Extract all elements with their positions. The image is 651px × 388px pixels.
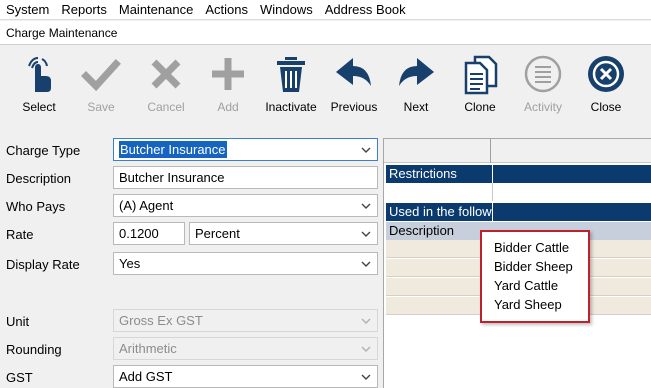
rounding-label: Rounding	[6, 342, 62, 357]
grid-header	[384, 139, 651, 163]
cancel-button-label: Cancel	[147, 100, 185, 114]
unit-select[interactable]: Gross Ex GST	[113, 309, 378, 332]
chevron-down-icon	[361, 231, 371, 237]
menu-reports[interactable]: Reports	[55, 0, 113, 20]
menu-bar: System Reports Maintenance Actions Windo…	[0, 0, 651, 20]
used-in-row[interactable]: Used in the follow	[386, 203, 651, 221]
charge-type-value: Butcher Insurance	[119, 141, 227, 158]
who-pays-select[interactable]: (A) Agent	[113, 194, 378, 217]
select-button[interactable]: Select	[14, 46, 64, 120]
activity-button-label: Activity	[523, 100, 562, 114]
plus-icon	[212, 58, 244, 90]
grid-row[interactable]	[386, 183, 651, 201]
list-item[interactable]: Yard Sheep	[494, 295, 588, 314]
unit-label: Unit	[6, 314, 30, 329]
previous-button[interactable]: Previous	[327, 46, 381, 120]
rate-unit-select[interactable]: Percent	[189, 222, 378, 245]
arrow-left-icon	[336, 58, 371, 86]
list-item[interactable]: Bidder Cattle	[494, 238, 588, 257]
menu-address-book[interactable]: Address Book	[319, 0, 412, 20]
description-label: Description	[6, 171, 72, 186]
window-title: Charge Maintenance	[0, 21, 651, 45]
x-icon	[151, 59, 181, 89]
chevron-down-icon	[361, 374, 371, 380]
menu-windows[interactable]: Windows	[254, 0, 319, 20]
previous-button-label: Previous	[330, 100, 378, 114]
grid-column-divider	[492, 203, 493, 221]
used-in-label: Used in the follow	[389, 204, 492, 219]
menu-actions[interactable]: Actions	[199, 0, 254, 20]
hand-pointer-icon	[28, 57, 51, 92]
next-button-label: Next	[403, 100, 429, 114]
chevron-down-icon	[361, 346, 371, 352]
inactivate-button-label: Inactivate	[265, 100, 317, 114]
rounding-select[interactable]: Arithmetic	[113, 337, 378, 360]
rate-input[interactable]: 0.1200	[113, 222, 185, 245]
rounding-value: Arithmetic	[119, 341, 177, 356]
add-button-label: Add	[217, 100, 239, 114]
who-pays-label: Who Pays	[6, 199, 66, 214]
rate-unit-value: Percent	[195, 226, 240, 241]
restrictions-row[interactable]: Restrictions	[386, 165, 651, 183]
used-in-popup-list: Bidder Cattle Bidder Sheep Yard Cattle Y…	[480, 230, 590, 323]
next-button[interactable]: Next	[393, 46, 439, 120]
save-button[interactable]: Save	[78, 46, 124, 120]
trash-icon	[277, 57, 305, 92]
display-rate-select[interactable]: Yes	[113, 252, 378, 275]
grid-column-divider	[492, 183, 493, 201]
display-rate-label: Display Rate	[6, 257, 80, 272]
clone-button[interactable]: Clone	[458, 46, 502, 120]
list-item[interactable]: Bidder Sheep	[494, 257, 588, 276]
toolbar: Select Save Cancel Add Inactivate Previo…	[0, 46, 651, 120]
unit-value: Gross Ex GST	[119, 313, 203, 328]
inactivate-button[interactable]: Inactivate	[260, 46, 322, 120]
select-button-label: Select	[22, 100, 56, 114]
list-icon	[524, 55, 562, 93]
grid-header-divider	[490, 139, 491, 163]
gst-label: GST	[6, 370, 33, 385]
description-header-label: Description	[389, 223, 455, 238]
gst-select[interactable]: Add GST	[113, 365, 378, 388]
list-item[interactable]: Yard Cattle	[494, 276, 588, 295]
chevron-down-icon	[361, 203, 371, 209]
activity-button[interactable]: Activity	[518, 46, 568, 120]
grid-column-divider	[492, 165, 493, 183]
save-button-label: Save	[87, 100, 115, 114]
menu-maintenance[interactable]: Maintenance	[113, 0, 199, 20]
chevron-down-icon	[361, 261, 371, 267]
arrow-right-icon	[399, 58, 434, 86]
charge-type-label: Charge Type	[6, 143, 81, 158]
chevron-down-icon	[361, 318, 371, 324]
clone-button-label: Clone	[464, 100, 496, 114]
close-button-label: Close	[590, 100, 622, 114]
rate-label: Rate	[6, 227, 34, 242]
menu-system[interactable]: System	[0, 0, 55, 20]
checkmark-icon	[81, 59, 121, 92]
copy-icon	[464, 55, 498, 95]
charge-type-select[interactable]: Butcher Insurance	[113, 138, 378, 161]
cancel-button[interactable]: Cancel	[141, 46, 191, 120]
add-button[interactable]: Add	[206, 46, 250, 120]
display-rate-value: Yes	[119, 256, 141, 271]
description-input[interactable]: Butcher Insurance	[113, 166, 378, 189]
close-circle-icon	[588, 56, 624, 92]
chevron-down-icon	[361, 147, 371, 153]
close-button[interactable]: Close	[583, 46, 629, 120]
gst-value: Add GST	[119, 369, 173, 384]
who-pays-value: (A) Agent	[119, 198, 174, 213]
restrictions-label: Restrictions	[389, 166, 457, 181]
